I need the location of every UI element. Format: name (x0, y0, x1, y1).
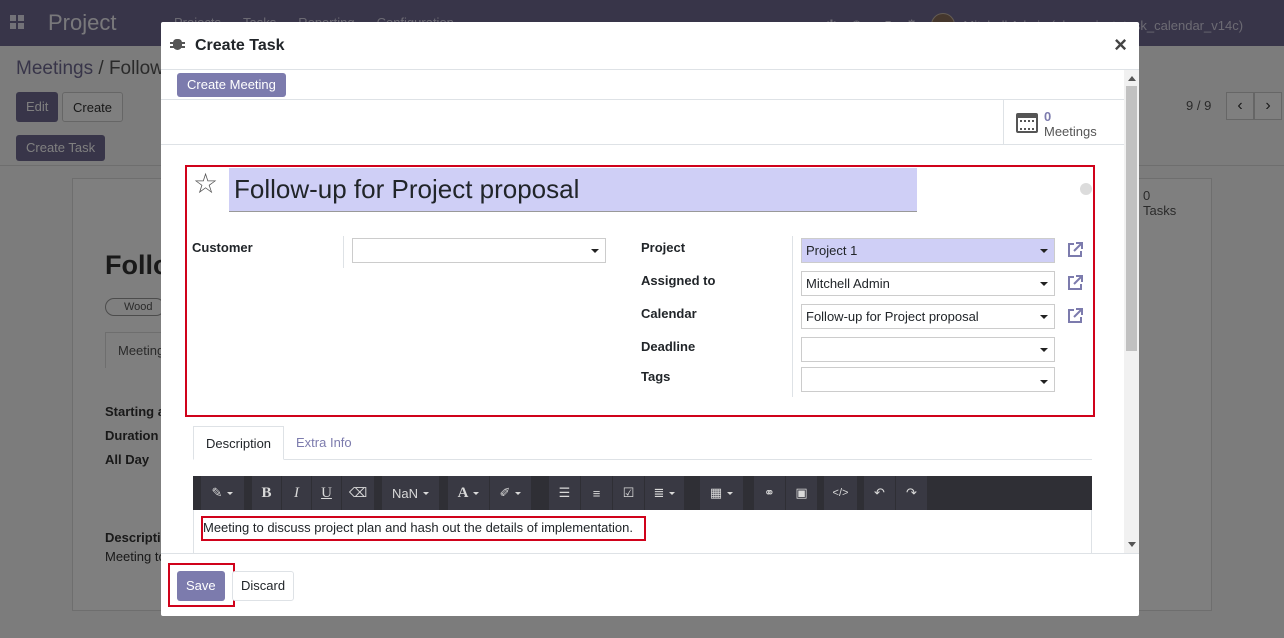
tags-select[interactable] (801, 367, 1055, 392)
toolbar-group-style: ✎ (201, 476, 245, 510)
toolbar-group-fontsize: NaN (382, 476, 440, 510)
discard-button[interactable]: Discard (232, 571, 295, 601)
modal-footer: Save Discard (161, 553, 1139, 616)
scroll-down-icon[interactable] (1128, 542, 1136, 547)
separator (343, 236, 344, 268)
form-statusbar: Create Meeting (161, 70, 1124, 100)
external-link-icon[interactable] (1066, 274, 1084, 292)
chevron-down-icon (591, 249, 599, 253)
project-value: Project 1 (806, 243, 858, 258)
notebook-tabs: Description Extra Info (193, 426, 1092, 460)
chevron-down-icon (1040, 315, 1048, 319)
create-task-dialog: Create Task × Create Meeting 0 Meetings … (161, 22, 1139, 616)
eraser-icon[interactable]: ⌫ (342, 476, 375, 510)
table-icon[interactable]: ▦ (700, 476, 744, 510)
font-color-icon[interactable]: A (448, 476, 490, 510)
description-text[interactable]: Meeting to discuss project plan and hash… (201, 516, 646, 541)
toolbar-group-font: B I U ⌫ (252, 476, 375, 510)
modal-title: Create Task (195, 37, 285, 54)
assigned-to-value: Mitchell Admin (806, 276, 890, 291)
calendar-value: Follow-up for Project proposal (806, 309, 979, 324)
modal-header: Create Task × (161, 22, 1139, 70)
align-icon[interactable]: ≣ (645, 476, 685, 510)
chevron-down-icon (1040, 249, 1048, 253)
external-link-icon[interactable] (1066, 307, 1084, 325)
toolbar-group-table: ▦ (700, 476, 744, 510)
bug-icon (170, 39, 185, 50)
calendar-icon (1016, 113, 1038, 133)
toolbar-group-code: </> (824, 476, 858, 510)
italic-icon[interactable]: I (282, 476, 312, 510)
chevron-down-icon (1040, 380, 1048, 384)
checklist-icon[interactable]: ☑ (613, 476, 645, 510)
bullet-list-icon[interactable]: ☰ (549, 476, 581, 510)
font-size-dropdown[interactable]: NaN (382, 476, 440, 510)
customer-label: Customer (192, 240, 253, 255)
redo-icon[interactable]: ↷ (896, 476, 928, 510)
tab-extra-info[interactable]: Extra Info (284, 426, 364, 460)
modal-scrollbar[interactable] (1124, 70, 1139, 553)
button-box: 0 Meetings (161, 100, 1124, 145)
toolbar-group-color: A ✐ (448, 476, 532, 510)
paint-brush-icon[interactable]: ✐ (490, 476, 532, 510)
numbered-list-icon[interactable]: ≡ (581, 476, 613, 510)
underline-icon[interactable]: U (312, 476, 342, 510)
project-label: Project (641, 240, 686, 255)
toolbar-group-insert: ⚭ ▣ (754, 476, 818, 510)
scrollbar-thumb[interactable] (1126, 86, 1137, 351)
chevron-down-icon (1040, 348, 1048, 352)
deadline-label: Deadline (641, 339, 696, 354)
chevron-down-icon (1040, 282, 1048, 286)
meetings-label: Meetings (1044, 124, 1097, 139)
image-icon[interactable]: ▣ (786, 476, 818, 510)
magic-wand-icon[interactable]: ✎ (201, 476, 245, 510)
tab-description[interactable]: Description (193, 426, 285, 460)
calendar-select[interactable]: Follow-up for Project proposal (801, 304, 1055, 329)
font-size-value: NaN (391, 485, 418, 501)
editor-toolbar: ✎ B I U ⌫ NaN A ✐ ☰ ≡ ☑ ≣ ▦ ⚭ ▣ </> ↶ ↷ (193, 476, 1092, 510)
modal-body: Create Meeting 0 Meetings ☆ Follow-up fo… (161, 70, 1139, 553)
meetings-smart-button[interactable]: 0 Meetings (1003, 100, 1124, 145)
kanban-state-icon[interactable] (1080, 183, 1092, 195)
external-link-icon[interactable] (1066, 241, 1084, 259)
link-icon[interactable]: ⚭ (754, 476, 786, 510)
calendar-label: Calendar (641, 306, 697, 321)
star-icon[interactable]: ☆ (193, 170, 218, 198)
customer-select[interactable] (352, 238, 606, 263)
toolbar-group-history: ↶ ↷ (864, 476, 928, 510)
separator (792, 236, 793, 397)
assigned-to-label: Assigned to (641, 273, 716, 288)
code-view-icon[interactable]: </> (824, 476, 858, 510)
create-meeting-button[interactable]: Create Meeting (177, 73, 286, 97)
deadline-input[interactable] (801, 337, 1055, 362)
meetings-count: 0 (1044, 109, 1052, 124)
undo-icon[interactable]: ↶ (864, 476, 896, 510)
tags-label: Tags (641, 369, 671, 384)
task-name-input[interactable]: Follow-up for Project proposal (229, 168, 917, 212)
scroll-up-icon[interactable] (1128, 76, 1136, 81)
toolbar-group-lists: ☰ ≡ ☑ ≣ (549, 476, 685, 510)
project-select[interactable]: Project 1 (801, 238, 1055, 263)
close-icon[interactable]: × (1114, 32, 1127, 58)
save-button[interactable]: Save (177, 571, 225, 601)
bold-icon[interactable]: B (252, 476, 282, 510)
assigned-to-select[interactable]: Mitchell Admin (801, 271, 1055, 296)
